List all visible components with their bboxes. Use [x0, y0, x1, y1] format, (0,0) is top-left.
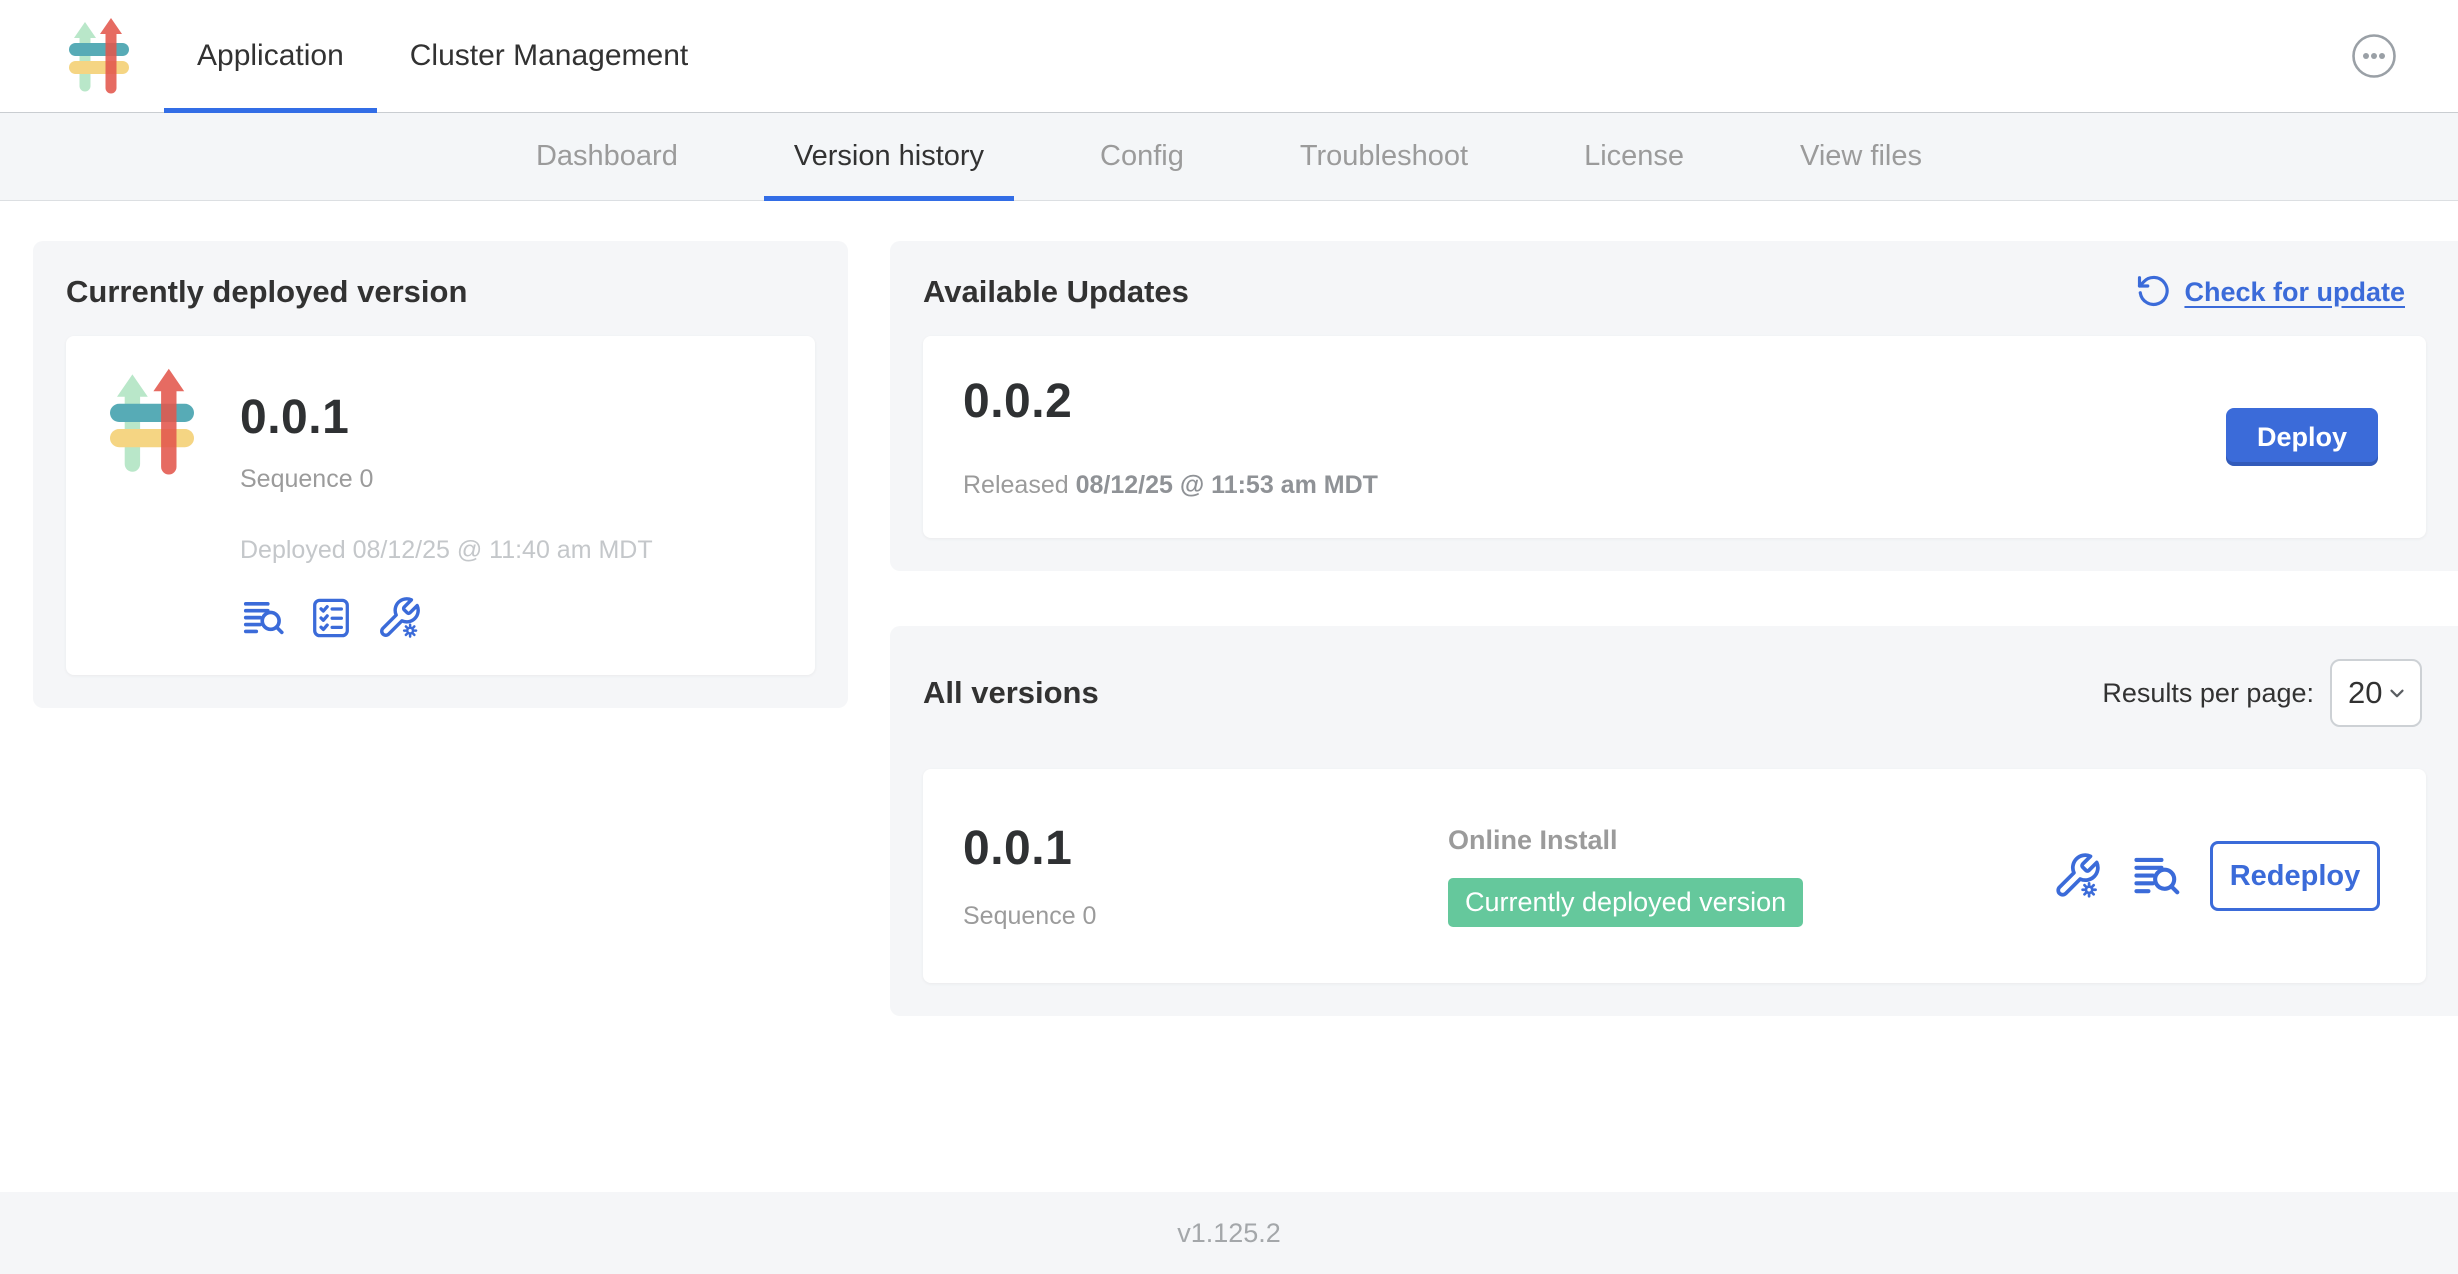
- deploy-button[interactable]: Deploy: [2226, 408, 2378, 466]
- currently-deployed-badge: Currently deployed version: [1448, 878, 1803, 927]
- all-versions-card: All versions Results per page: 20 0.0.1 …: [890, 626, 2458, 1016]
- deployed-timestamp: Deployed 08/12/25 @ 11:40 am MDT: [240, 536, 653, 565]
- check-for-update-link[interactable]: Check for update: [2135, 274, 2405, 310]
- update-version-number: 0.0.2: [963, 374, 1378, 429]
- app-logo: [68, 0, 130, 112]
- tab-cluster-management-label: Cluster Management: [410, 39, 688, 73]
- view-diff-icon[interactable]: [2130, 850, 2182, 902]
- all-versions-title: All versions: [923, 675, 1099, 711]
- version-row: 0.0.1 Sequence 0 Online Install Currentl…: [923, 769, 2426, 983]
- subnav-license-label: License: [1584, 140, 1684, 173]
- redeploy-button[interactable]: Redeploy: [2210, 841, 2380, 911]
- results-per-page-label: Results per page:: [2102, 678, 2314, 709]
- results-per-page-value: 20: [2348, 675, 2382, 711]
- released-label: Released: [963, 471, 1069, 499]
- main-content: Currently deployed version 0.0.1 Sequenc…: [0, 201, 2458, 1192]
- subnav-dashboard[interactable]: Dashboard: [478, 113, 736, 200]
- subnav-version-history[interactable]: Version history: [736, 113, 1042, 200]
- subnav-config-label: Config: [1100, 140, 1184, 173]
- deployed-version-tile: 0.0.1 Sequence 0 Deployed 08/12/25 @ 11:…: [66, 336, 815, 675]
- preflight-checks-icon[interactable]: [308, 595, 354, 641]
- update-released-timestamp: Released 08/12/25 @ 11:53 am MDT: [963, 471, 1378, 500]
- subnav-view-files[interactable]: View files: [1742, 113, 1980, 200]
- more-menu-button[interactable]: [2350, 32, 2398, 80]
- view-diff-icon[interactable]: [240, 595, 286, 641]
- app-subnav: Dashboard Version history Config Trouble…: [0, 113, 2458, 201]
- tab-cluster-management[interactable]: Cluster Management: [377, 0, 721, 112]
- row-install-type: Online Install: [1448, 825, 2052, 856]
- tab-application-label: Application: [197, 39, 344, 73]
- top-navbar: Application Cluster Management: [0, 0, 2458, 113]
- subnav-troubleshoot[interactable]: Troubleshoot: [1242, 113, 1526, 200]
- available-updates-card: Available Updates Check for update 0.0.2…: [890, 241, 2458, 571]
- edit-config-icon[interactable]: [376, 595, 422, 641]
- ellipsis-icon: [2350, 32, 2398, 80]
- subnav-dashboard-label: Dashboard: [536, 140, 678, 173]
- currently-deployed-card: Currently deployed version 0.0.1 Sequenc…: [33, 241, 848, 708]
- footer: v1.125.2: [0, 1192, 2458, 1274]
- deployed-sequence: Sequence 0: [240, 465, 653, 494]
- results-per-page-select[interactable]: 20: [2330, 659, 2422, 727]
- available-updates-title: Available Updates: [923, 274, 1189, 310]
- subnav-config[interactable]: Config: [1042, 113, 1242, 200]
- currently-deployed-title: Currently deployed version: [66, 274, 815, 310]
- app-logo-icon: [102, 366, 202, 478]
- console-version: v1.125.2: [1177, 1218, 1281, 1249]
- row-sequence: Sequence 0: [963, 902, 1448, 931]
- chevron-down-icon: [2386, 682, 2408, 704]
- row-version-number: 0.0.1: [963, 821, 1448, 876]
- update-tile: 0.0.2 Released 08/12/25 @ 11:53 am MDT D…: [923, 336, 2426, 538]
- check-for-update-label: Check for update: [2184, 277, 2405, 308]
- subnav-version-history-label: Version history: [794, 140, 984, 173]
- deployed-version-number: 0.0.1: [240, 390, 653, 445]
- subnav-troubleshoot-label: Troubleshoot: [1300, 140, 1468, 173]
- refresh-icon: [2135, 274, 2171, 310]
- released-date: 08/12/25 @ 11:53 am MDT: [1076, 471, 1378, 499]
- edit-config-icon[interactable]: [2052, 851, 2102, 901]
- header-tabs: Application Cluster Management: [164, 0, 721, 112]
- tab-application[interactable]: Application: [164, 0, 377, 112]
- subnav-view-files-label: View files: [1800, 140, 1922, 173]
- subnav-license[interactable]: License: [1526, 113, 1742, 200]
